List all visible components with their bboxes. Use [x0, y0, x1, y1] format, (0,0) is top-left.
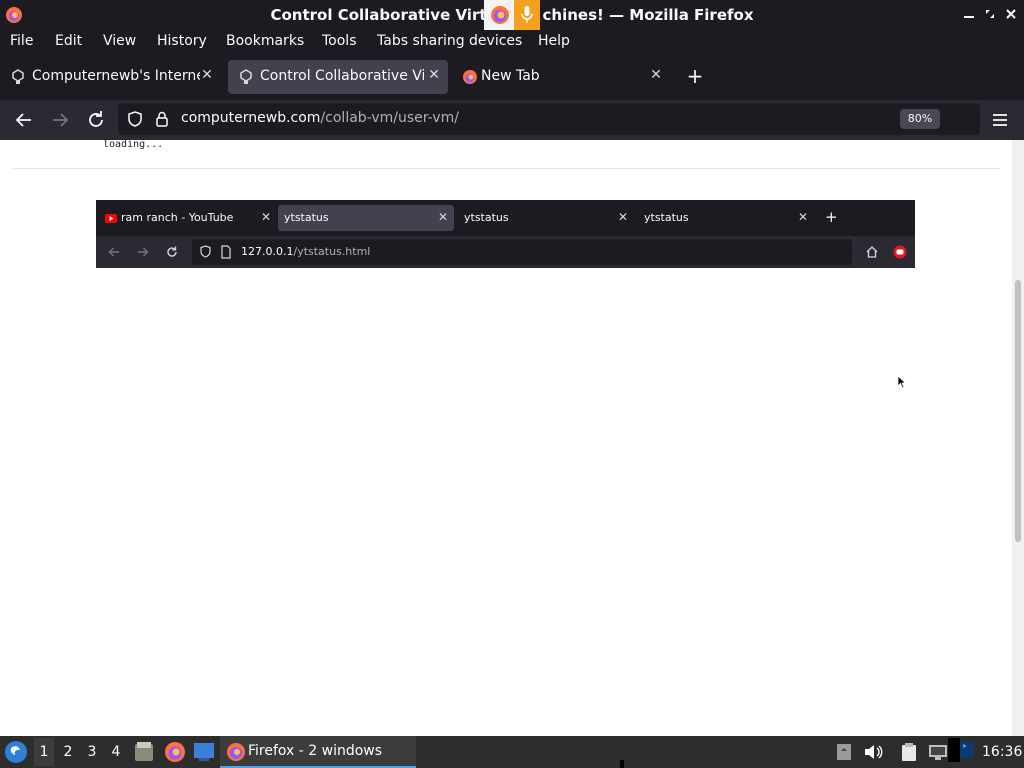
taskbar-marker — [620, 760, 624, 768]
mouse-cursor-icon — [897, 375, 907, 389]
vm-extension-icon[interactable] — [893, 245, 907, 259]
clock: 16:36 — [982, 744, 1023, 760]
computernewb-icon — [240, 69, 252, 84]
menu-edit[interactable]: Edit — [55, 33, 82, 49]
taskbar-firefox-task[interactable]: Firefox - 2 windows — [220, 736, 416, 768]
url-text[interactable]: computernewb.com/collab-vm/user-vm/ — [181, 110, 459, 126]
menu-bar: File Edit View History Bookmarks Tools T… — [0, 30, 1024, 54]
workspace-4[interactable]: 4 — [106, 744, 126, 760]
lock-icon[interactable] — [154, 110, 170, 128]
vm-tab-label: ytstatus — [284, 211, 329, 224]
computernewb-icon — [12, 69, 24, 84]
vm-new-tab-button[interactable]: + — [825, 208, 838, 226]
menu-help[interactable]: Help — [538, 33, 570, 49]
shield-icon[interactable] — [126, 110, 144, 128]
tray-app-icon[interactable] — [948, 738, 976, 762]
app-menu-icon[interactable] — [988, 108, 1012, 132]
page-scrollbar[interactable] — [1012, 140, 1024, 736]
vm-tab-close-icon[interactable]: ✕ — [437, 210, 449, 224]
menu-history[interactable]: History — [157, 33, 207, 49]
vm-tab-close-icon[interactable]: ✕ — [260, 210, 272, 224]
vm-tab-youtube[interactable]: ram ranch - YouTube ✕ — [100, 205, 276, 231]
tab-close-icon[interactable]: ✕ — [426, 67, 442, 85]
youtube-icon — [105, 214, 117, 223]
tab-label: Computernewb's Interne — [32, 68, 200, 84]
vm-tab-label: ram ranch - YouTube — [121, 211, 234, 224]
url-bar[interactable]: computernewb.com/collab-vm/user-vm/ 80% — [118, 103, 980, 135]
vm-tab-ytstatus[interactable]: ytstatus ✕ — [278, 205, 454, 231]
forward-icon[interactable] — [48, 108, 72, 132]
tab-computernewb[interactable]: Computernewb's Interne ✕ — [0, 60, 222, 94]
tab-close-icon[interactable]: ✕ — [199, 67, 215, 85]
vm-tab-close-icon[interactable]: ✕ — [797, 210, 809, 224]
firefox-icon — [463, 70, 477, 84]
workspace-3[interactable]: 3 — [82, 744, 102, 760]
firefox-icon — [227, 743, 245, 761]
start-menu-icon[interactable] — [4, 740, 28, 764]
taskbar: 1 2 3 4 Firefox - 2 windows 16:36 — [0, 736, 1024, 768]
divider — [12, 168, 1000, 169]
tab-label: New Tab — [481, 68, 540, 84]
vm-tab-ytstatus[interactable]: ytstatus ✕ — [638, 205, 814, 231]
zoom-indicator[interactable]: 80% — [900, 109, 940, 129]
tray-storage-icon[interactable] — [836, 743, 852, 761]
menu-view[interactable]: View — [103, 33, 136, 49]
tab-close-icon[interactable]: ✕ — [648, 67, 664, 85]
vm-page-icon — [221, 245, 231, 259]
vm-shield-icon[interactable] — [199, 245, 212, 259]
menu-file[interactable]: File — [10, 33, 33, 49]
task-label: Firefox - 2 windows — [248, 743, 383, 759]
workspace-2[interactable]: 2 — [58, 744, 78, 760]
maximize-icon[interactable] — [983, 7, 997, 21]
vm-tab-label: ytstatus — [464, 211, 509, 224]
firefox-icon[interactable] — [164, 741, 186, 763]
menu-bookmarks[interactable]: Bookmarks — [226, 33, 304, 49]
menu-tabs-sharing-devices[interactable]: Tabs sharing devices — [377, 33, 522, 49]
menu-tools[interactable]: Tools — [322, 33, 357, 49]
scrollbar-thumb[interactable] — [1015, 280, 1021, 542]
window-titlebar: Control Collaborative Virt chines! — Mozi… — [0, 0, 1024, 30]
vm-forward-icon[interactable] — [136, 245, 150, 259]
tab-collab-vm[interactable]: Control Collaborative Virt ✕ — [228, 60, 448, 94]
workspace-1[interactable]: 1 — [34, 738, 54, 766]
network-icon[interactable] — [927, 743, 949, 761]
vm-tab-close-icon[interactable]: ✕ — [617, 210, 629, 224]
sharing-indicator[interactable] — [484, 0, 540, 30]
minimize-icon[interactable] — [962, 7, 976, 21]
vm-tab-ytstatus[interactable]: ytstatus ✕ — [458, 205, 634, 231]
file-manager-icon[interactable] — [134, 741, 154, 763]
tab-strip: Computernewb's Interne ✕ Control Collabo… — [0, 54, 1024, 100]
desktop-icon[interactable] — [193, 742, 215, 762]
vm-nav-toolbar: 127.0.0.1/ytstatus.html — [96, 236, 915, 268]
reload-icon[interactable] — [84, 108, 108, 132]
new-tab-button[interactable]: + — [684, 64, 706, 88]
vm-url-text[interactable]: 127.0.0.1/ytstatus.html — [241, 245, 370, 258]
page-content: ram ranch - YouTube ✕ ytstatus ✕ ytstatu… — [0, 140, 1012, 736]
vm-home-icon[interactable] — [865, 245, 879, 259]
close-icon[interactable] — [1004, 7, 1018, 21]
vm-reload-icon[interactable] — [165, 245, 179, 259]
tab-new-tab[interactable]: New Tab ✕ — [452, 60, 672, 94]
vm-tab-label: ytstatus — [644, 211, 689, 224]
tab-label: Control Collaborative Virt — [260, 68, 424, 84]
loading-text: loading... — [103, 140, 164, 150]
vm-url-bar[interactable]: 127.0.0.1/ytstatus.html — [192, 239, 852, 265]
vm-screen[interactable]: ram ranch - YouTube ✕ ytstatus ✕ ytstatu… — [96, 200, 915, 268]
firefox-icon — [491, 6, 509, 24]
volume-icon[interactable] — [863, 743, 883, 761]
back-icon[interactable] — [12, 108, 36, 132]
vm-back-icon[interactable] — [107, 245, 121, 259]
microphone-icon[interactable] — [514, 0, 540, 30]
clipboard-icon[interactable] — [900, 742, 918, 762]
